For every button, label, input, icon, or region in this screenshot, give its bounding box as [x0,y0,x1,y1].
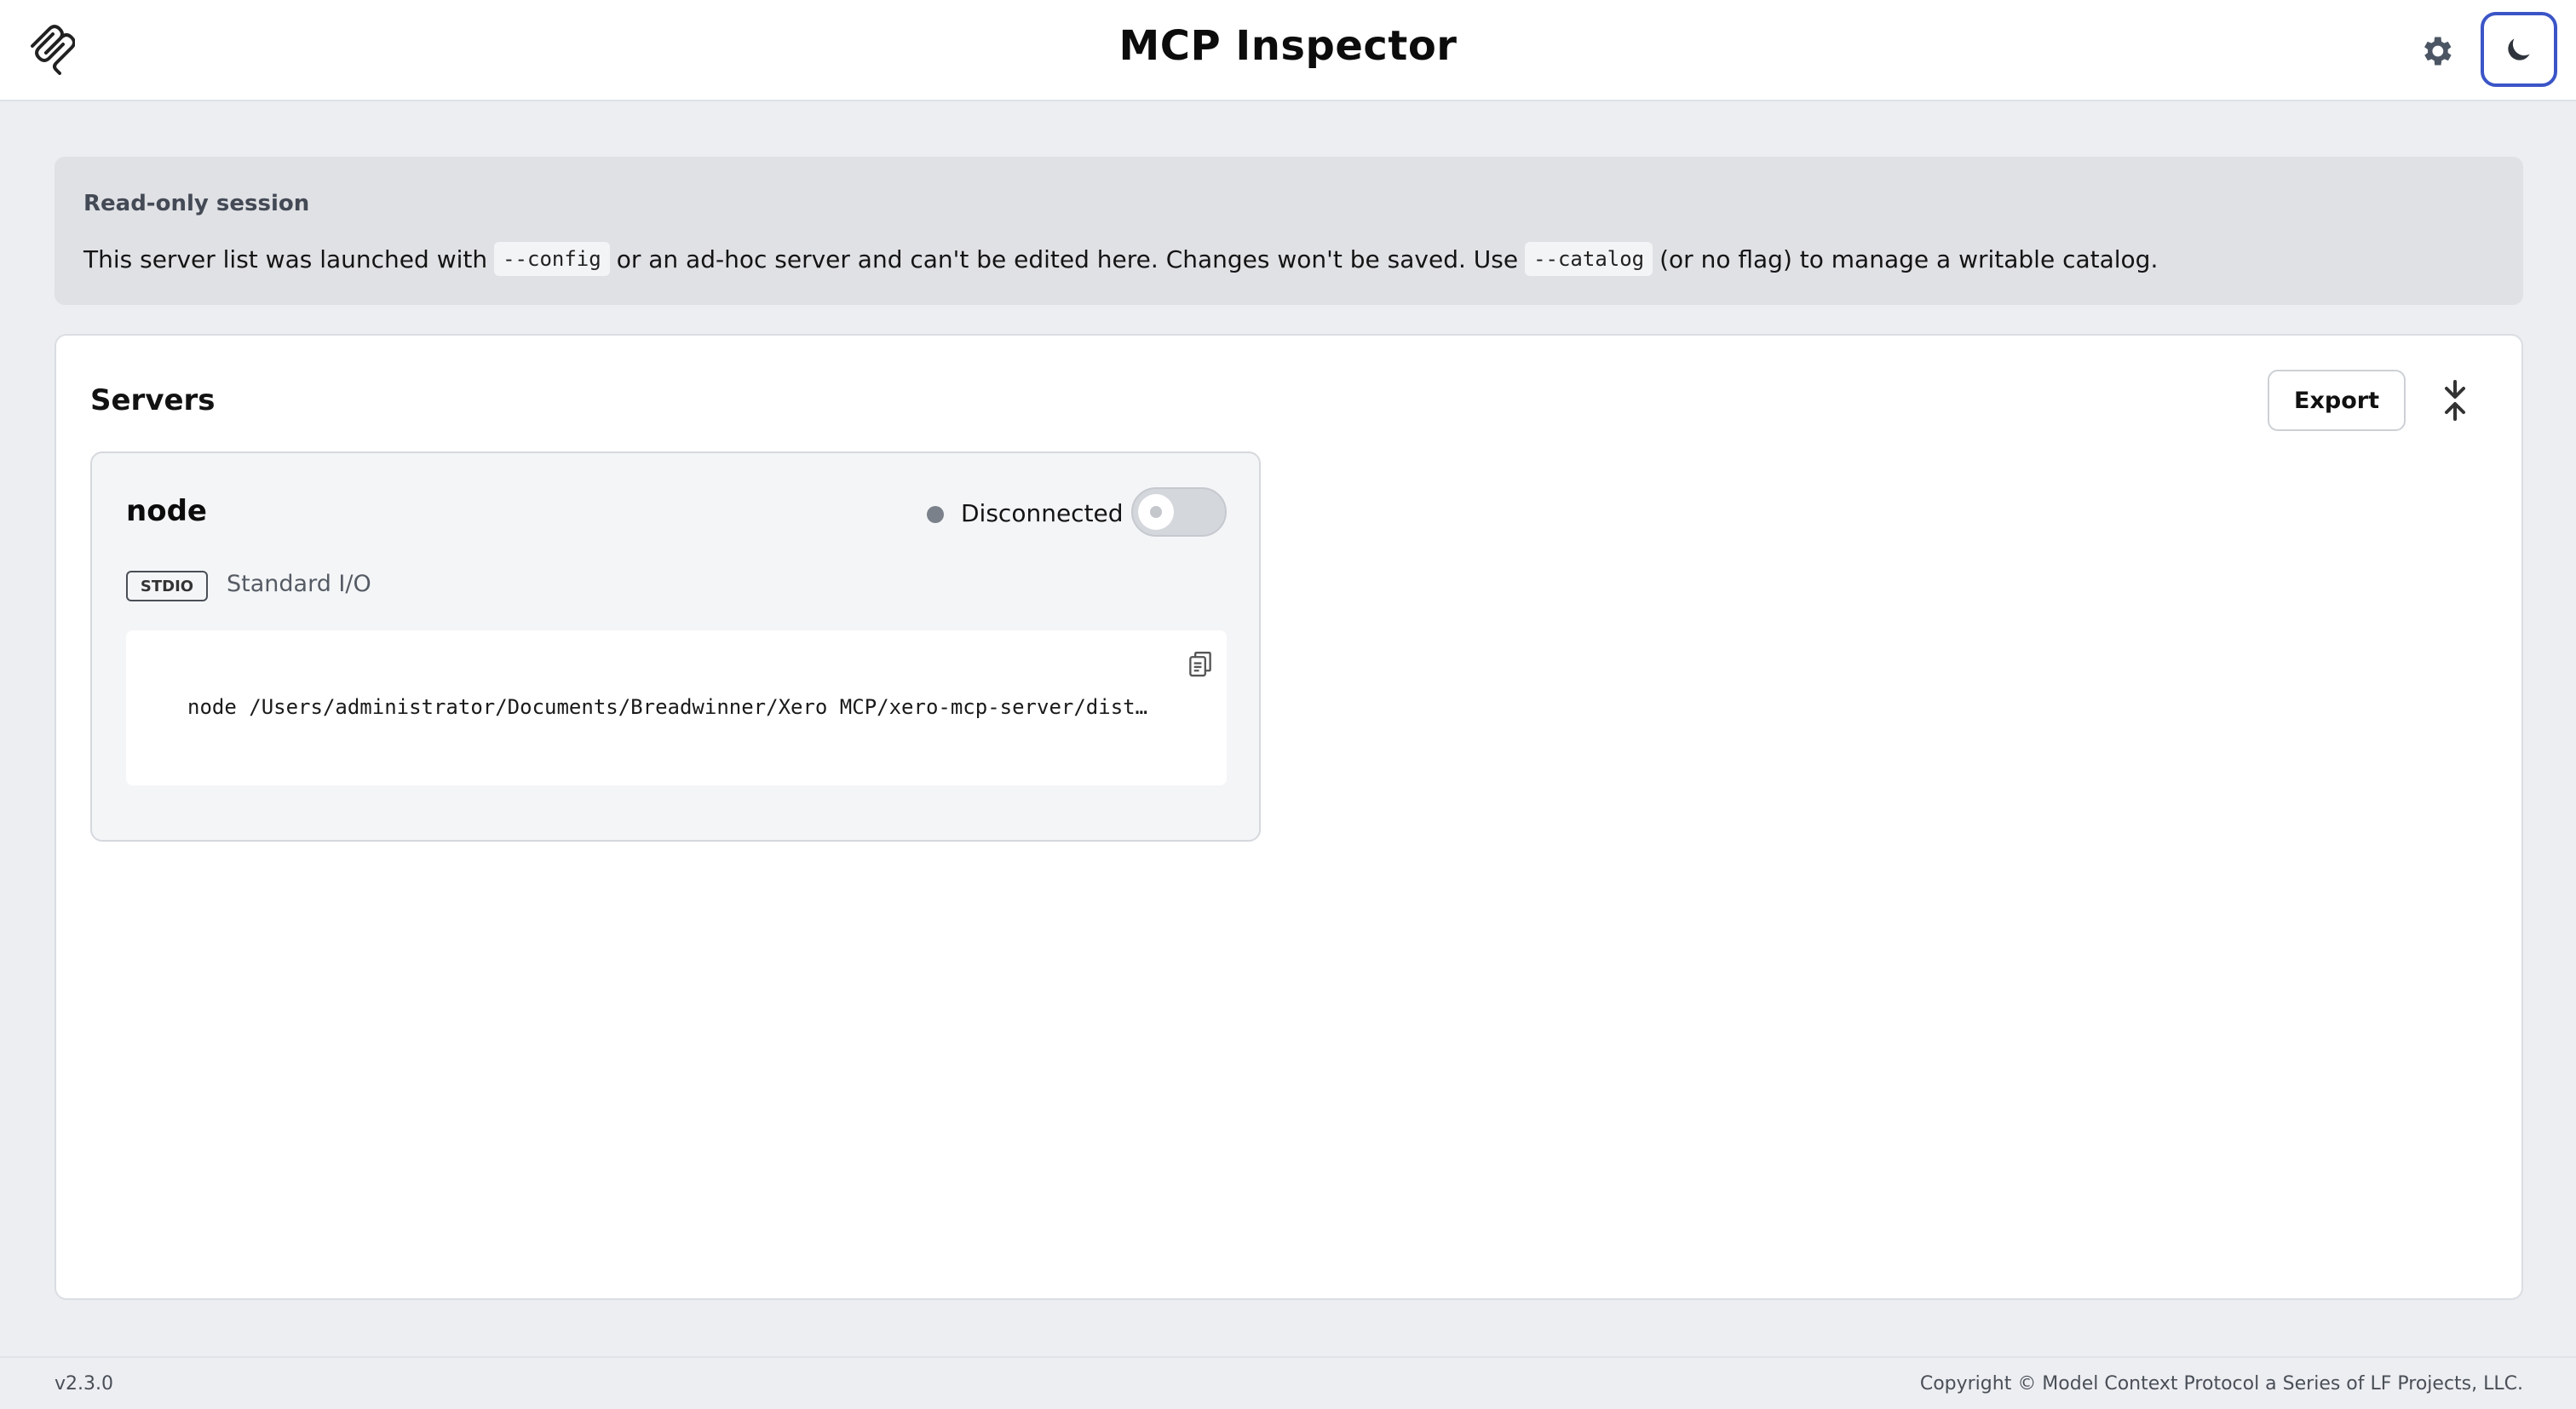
transport-label: Standard I/O [227,571,371,597]
server-name: node [126,494,207,528]
collapse-icon[interactable] [2438,380,2472,421]
notice-text-middle: or an ad-hoc server and can't be edited … [616,244,1519,273]
catalog-flag-code: --catalog [1525,242,1653,276]
version-label: v2.3.0 [55,1373,113,1395]
status-indicator [927,506,944,523]
toggle-knob-dot [1150,506,1162,518]
servers-title: Servers [90,383,216,417]
notice-body: This server list was launched with --con… [83,242,2158,276]
export-button[interactable]: Export [2268,370,2406,431]
notice-text-end: (or no flag) to manage a writable catalo… [1659,244,2159,273]
server-command: node /Users/administrator/Documents/Brea… [187,695,1150,719]
config-flag-code: --config [494,242,610,276]
app-title: MCP Inspector [1118,22,1458,70]
theme-toggle-button[interactable] [2481,12,2557,87]
toggle-knob [1138,494,1174,530]
copy-icon[interactable] [1187,651,1213,678]
servers-panel: Servers Export node Disconnected STDIO S… [55,334,2523,1300]
transport-badge: STDIO [126,571,208,601]
moon-icon [2508,38,2530,60]
notice-title: Read-only session [83,191,310,216]
copyright-text: Copyright © Model Context Protocol a Ser… [1919,1373,2523,1395]
gear-icon[interactable] [2418,32,2455,70]
connection-status: Disconnected [961,499,1124,527]
server-card: node Disconnected STDIO Standard I/O nod… [90,451,1261,842]
app-header: MCP Inspector [0,0,2576,101]
notice-text-start: This server list was launched with [83,244,488,273]
command-box: node /Users/administrator/Documents/Brea… [126,630,1227,785]
connection-toggle[interactable] [1131,487,1227,537]
app-footer: v2.3.0 Copyright © Model Context Protoco… [0,1356,2576,1409]
read-only-notice: Read-only session This server list was l… [55,157,2523,305]
